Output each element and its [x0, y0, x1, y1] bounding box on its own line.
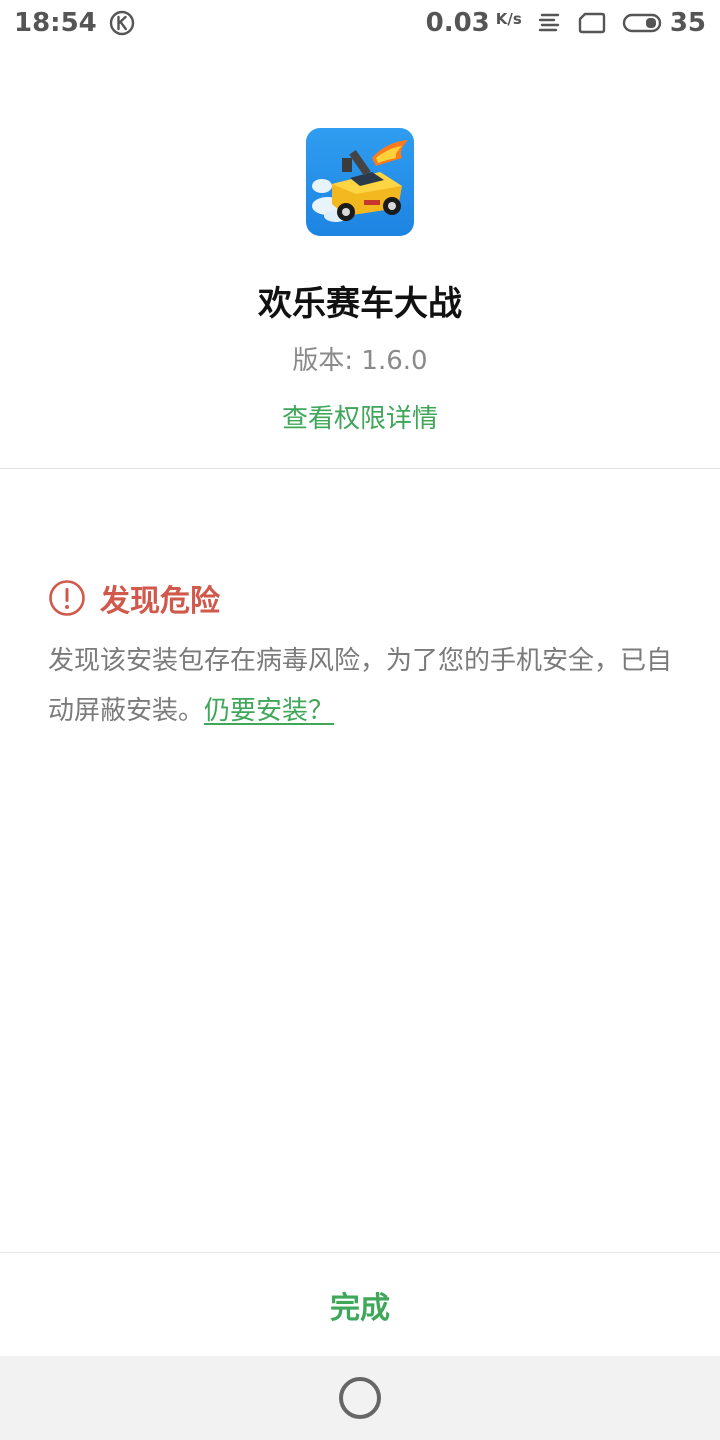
view-permissions-link[interactable]: 查看权限详情	[0, 398, 720, 435]
status-bar: 18:54 0.03 K/s 35	[0, 0, 720, 46]
battery-level: 35	[669, 8, 706, 38]
exclamation-circle-icon	[49, 580, 85, 616]
home-button[interactable]	[339, 1377, 381, 1419]
status-bar-right: 0.03 K/s 35	[426, 8, 706, 38]
navigation-bar	[0, 1356, 720, 1440]
done-button[interactable]: 完成	[0, 1253, 720, 1356]
danger-title: 发现危险	[100, 584, 220, 619]
sim-card-icon	[578, 12, 606, 34]
danger-header: 发现危险	[48, 576, 220, 620]
k-badge-icon	[109, 10, 134, 36]
danger-message-text: 发现该安装包存在病毒风险，为了您的手机安全，已自动屏蔽安装。	[48, 646, 673, 726]
network-speed: 0.03	[425, 8, 490, 38]
signal-lines-icon	[538, 13, 560, 32]
app-icon	[306, 128, 414, 236]
status-bar-left: 18:54	[14, 8, 135, 38]
network-speed-unit: K/s	[495, 10, 522, 28]
app-version: 版本: 1.6.0	[292, 346, 428, 376]
header-divider	[0, 468, 720, 469]
app-name: 欢乐赛车大战	[258, 284, 462, 324]
battery-icon	[622, 13, 662, 33]
install-anyway-link[interactable]: 仍要安装？	[204, 696, 334, 726]
clock: 18:54	[14, 8, 97, 38]
danger-message: 发现该安装包存在病毒风险，为了您的手机安全，已自动屏蔽安装。仍要安装？	[48, 636, 688, 736]
